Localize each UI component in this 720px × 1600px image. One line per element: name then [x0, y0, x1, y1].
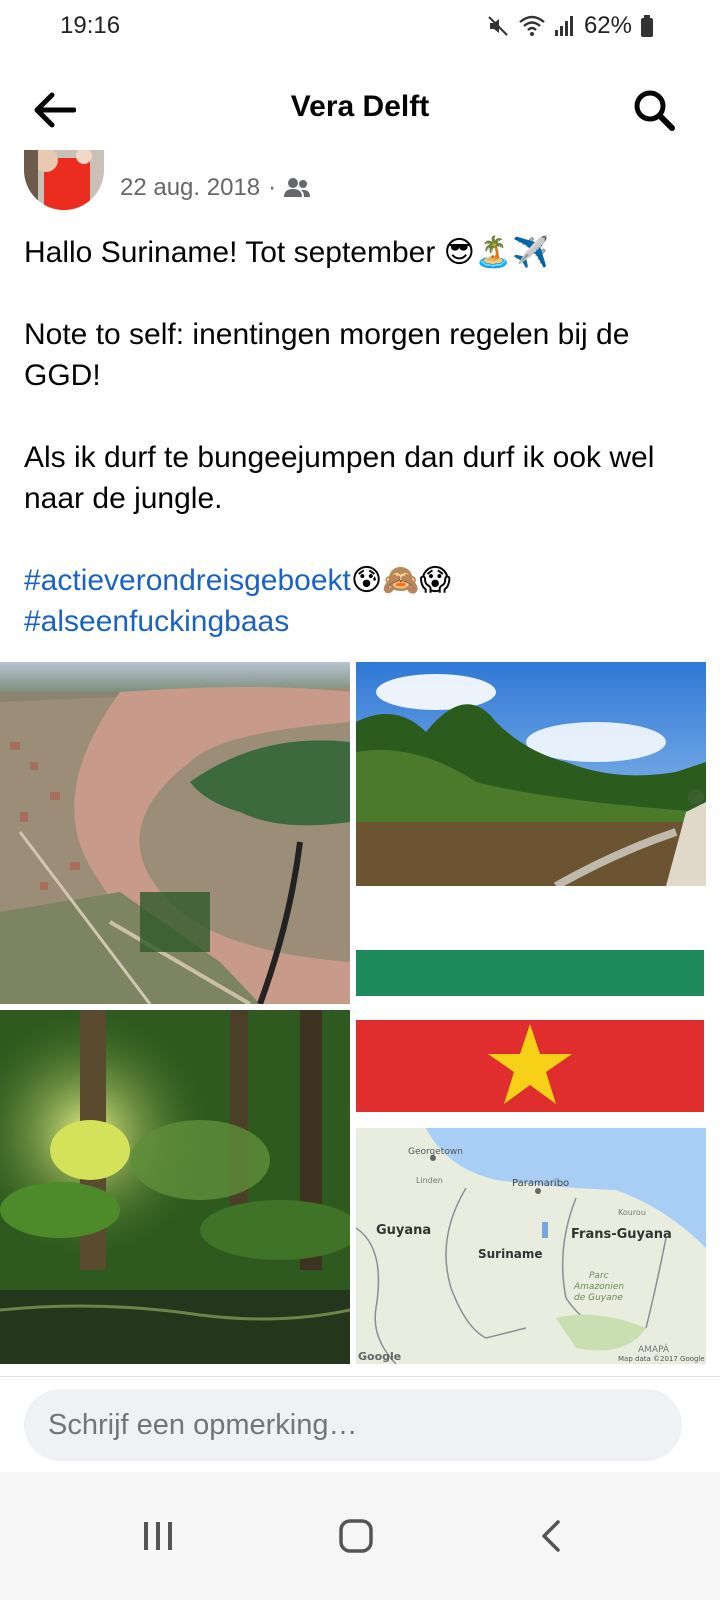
aerial-city-river-photo[interactable]	[0, 662, 350, 1004]
home-button[interactable]	[320, 1500, 392, 1572]
hashtag-line-2: #alseenfuckingbaas	[24, 601, 696, 642]
map-label-suriname: Suriname	[478, 1247, 543, 1261]
search-icon	[634, 90, 675, 131]
river-boat-jungle-photo[interactable]	[356, 662, 706, 886]
search-button[interactable]	[628, 84, 680, 136]
friends-icon[interactable]	[284, 177, 311, 199]
status-icons: 62%	[486, 12, 654, 40]
status-bar: 19:16 62%	[0, 0, 720, 56]
battery-icon	[641, 15, 653, 37]
recent-apps-button[interactable]	[122, 1500, 194, 1572]
map-label-guyana: Guyana	[376, 1223, 431, 1238]
hashtag-link[interactable]: #actieverondreisgeboekt	[24, 564, 351, 597]
mute-icon	[488, 16, 508, 36]
hashtag-emoji: 😰🙈😱	[350, 564, 451, 597]
suriname-flag-image[interactable]	[356, 892, 706, 1122]
map-attribution: Map data ©2017 Google	[618, 1355, 705, 1363]
map-label-de-guyane: de Guyane	[574, 1293, 623, 1303]
back-icon	[542, 1520, 560, 1552]
date-separator: ·	[268, 174, 277, 201]
map-label-kourou: Kourou	[618, 1208, 646, 1217]
status-time: 19:16	[60, 12, 121, 39]
system-nav-bar	[0, 1472, 720, 1600]
hashtag-link[interactable]: #alseenfuckingbaas	[24, 605, 289, 638]
comment-input[interactable]	[24, 1389, 682, 1461]
map-label-georgetown: Georgetown	[408, 1147, 463, 1157]
rainforest-photo[interactable]	[0, 1010, 350, 1364]
page-header: Vera Delft	[0, 70, 720, 150]
battery-percent: 62%	[583, 12, 632, 39]
post-line-1: Hallo Suriname! Tot september 😎🏝️✈️	[24, 236, 550, 269]
avatar[interactable]	[24, 150, 104, 210]
post-date-row: 22 aug. 2018 ·	[120, 174, 311, 202]
map-label-linden: Linden	[416, 1176, 443, 1185]
map-label-frans-guyana: Frans-Guyana	[571, 1227, 672, 1242]
map-label-parc: Parc	[589, 1271, 609, 1281]
hashtag-line-1: #actieverondreisgeboekt😰🙈😱	[24, 560, 696, 601]
recent-apps-icon	[144, 1522, 172, 1550]
map-label-paramaribo: Paramaribo	[512, 1178, 569, 1189]
comment-bar	[0, 1376, 720, 1473]
photo-grid: Georgetown Linden Paramaribo Kourou Guya…	[0, 662, 720, 1364]
page-title: Vera Delft	[290, 90, 430, 123]
post-line-2: Note to self: inentingen morgen regelen …	[24, 318, 630, 392]
post-line-3: Als ik durf te bungeejumpen dan durf ik …	[24, 441, 655, 515]
map-label-amazonien: Amazonien	[573, 1282, 624, 1292]
map-google-logo: Google	[358, 1350, 401, 1363]
wifi-icon	[519, 15, 545, 36]
home-icon	[339, 1519, 373, 1553]
signal-icon	[554, 16, 573, 36]
post-text: Hallo Suriname! Tot september 😎🏝️✈️ Note…	[24, 232, 696, 642]
suriname-map-image[interactable]: Georgetown Linden Paramaribo Kourou Guya…	[356, 1128, 706, 1364]
nav-back-button[interactable]	[516, 1500, 588, 1572]
post-meta: 22 aug. 2018 ·	[24, 150, 704, 210]
post-date[interactable]: 22 aug. 2018	[120, 174, 260, 202]
map-label-amapa: AMAPÁ	[638, 1343, 670, 1355]
